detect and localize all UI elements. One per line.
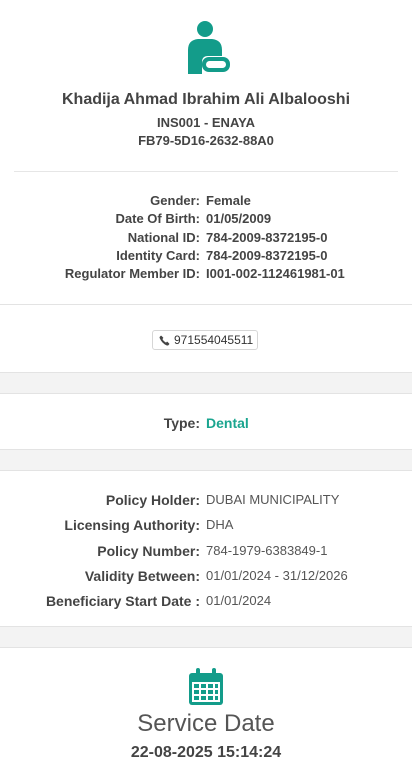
type-label: Type:	[163, 415, 200, 431]
section-divider-band	[0, 372, 412, 394]
detail-label: National ID:	[127, 230, 200, 245]
policy-value: DUBAI MUNICIPALITY	[206, 492, 340, 507]
divider	[14, 171, 398, 172]
detail-value: 01/05/2009	[206, 211, 272, 226]
section-divider-band	[0, 626, 412, 648]
policy-value: DHA	[206, 517, 234, 532]
policy-value: 01/01/2024 - 31/12/2026	[206, 568, 348, 583]
section-divider-band	[0, 449, 412, 471]
detail-value: 784-2009-8372195-0	[206, 230, 328, 245]
policy-label: Beneficiary Start Date :	[45, 593, 200, 609]
policy-label: Policy Holder:	[105, 492, 200, 508]
calendar-icon	[189, 668, 223, 705]
detail-value: Female	[206, 193, 251, 208]
service-date-value: 22-08-2025 15:14:24	[130, 744, 282, 761]
detail-label: Date Of Birth:	[115, 211, 201, 226]
detail-value: 784-2009-8372195-0	[206, 248, 328, 263]
policy-label: Validity Between:	[84, 568, 200, 584]
policy-label: Licensing Authority:	[64, 517, 200, 533]
detail-label: Gender:	[150, 193, 200, 208]
detail-label: Regulator Member ID:	[64, 266, 200, 281]
patient-injured-icon	[188, 21, 230, 74]
insurance-label: INS001 - ENAYA	[156, 115, 256, 130]
phone-icon	[159, 335, 170, 346]
policy-label: Policy Number:	[97, 543, 200, 559]
phone-chip[interactable]: 971554045511	[152, 330, 258, 350]
detail-label: Identity Card:	[116, 248, 200, 263]
service-date-title: Service Date	[137, 710, 275, 737]
divider	[0, 304, 412, 305]
type-value: Dental	[206, 415, 249, 431]
detail-value: I001-002-112461981-01	[206, 266, 345, 281]
phone-number: 971554045511	[174, 333, 254, 347]
patient-card: Khadija Ahmad Ibrahim Ali Albalooshi INS…	[0, 0, 412, 304]
policy-value: 784-1979-6383849-1	[206, 543, 328, 558]
patient-name: Khadija Ahmad Ibrahim Ali Albalooshi	[61, 91, 351, 108]
card-code: FB79-5D16-2632-88A0	[138, 133, 274, 148]
policy-value: 01/01/2024	[206, 593, 272, 608]
